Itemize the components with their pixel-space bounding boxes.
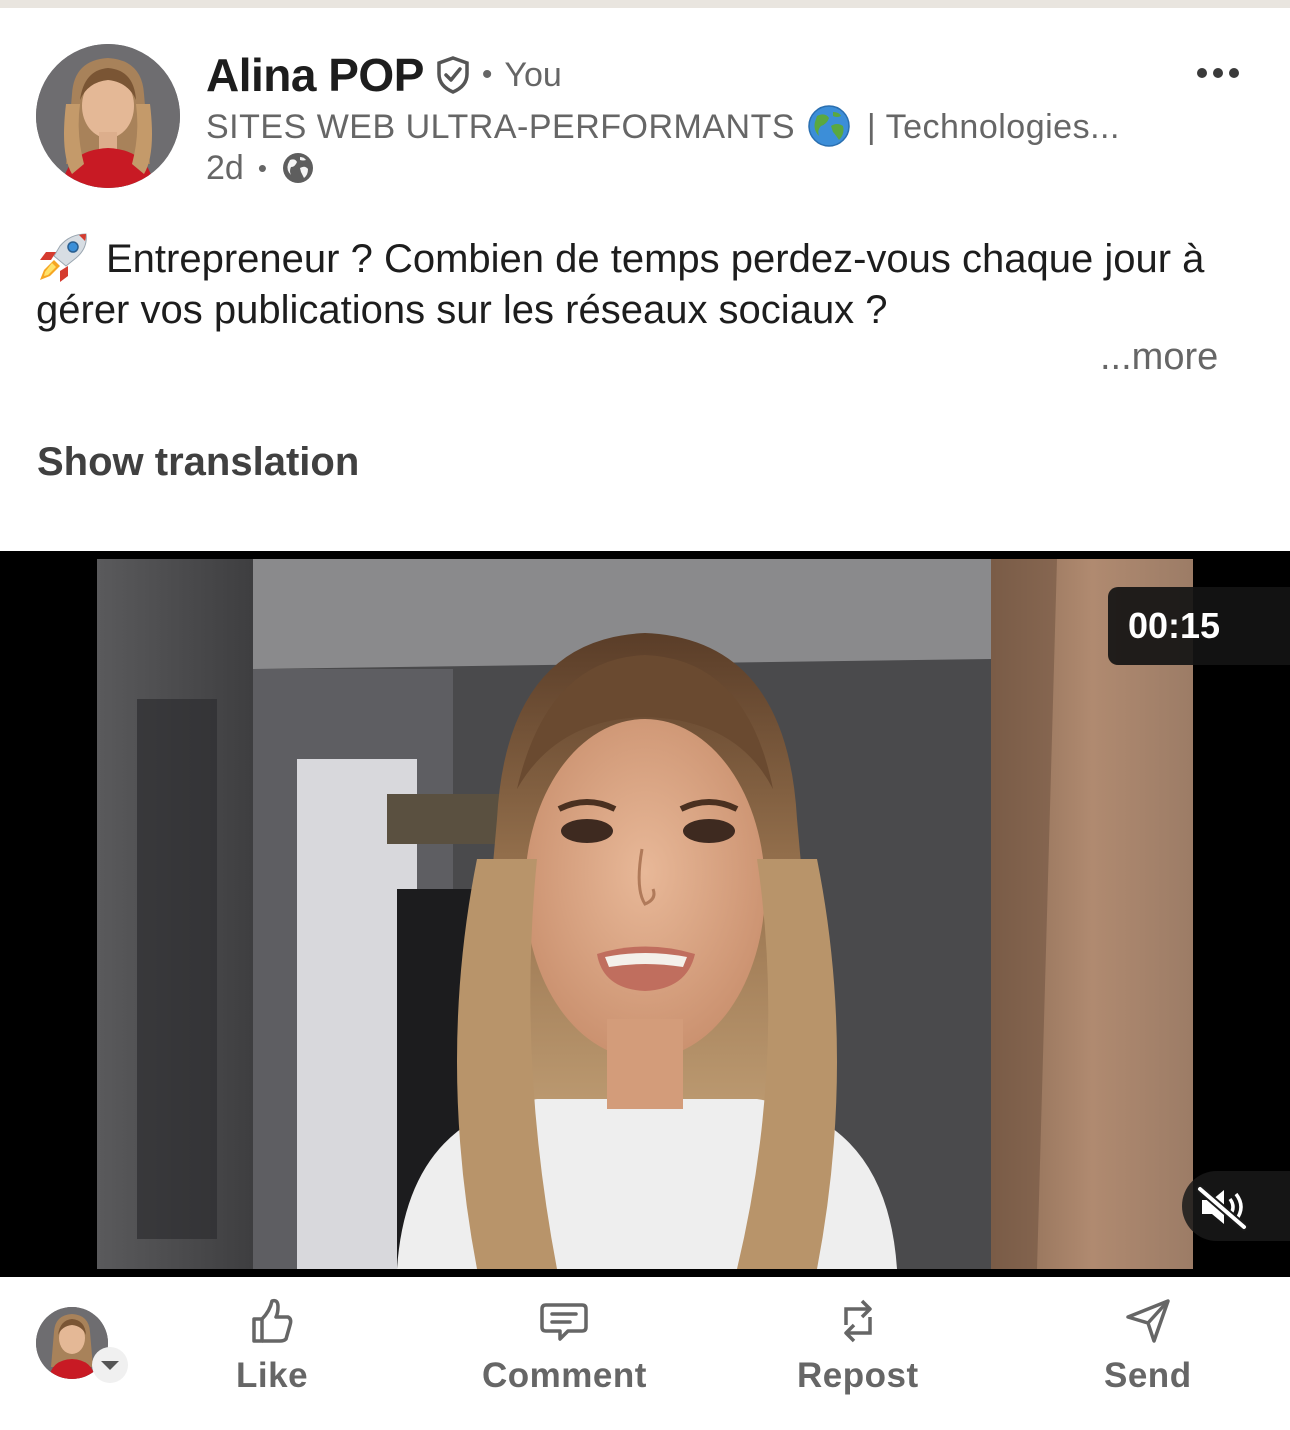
author-name[interactable]: Alina POP [206, 48, 424, 102]
mute-toggle-button[interactable] [1182, 1171, 1290, 1241]
earth-globe-emoji-icon [807, 104, 851, 148]
globe-icon [281, 151, 315, 185]
author-name-row: Alina POP • You [206, 46, 562, 104]
post-time: 2d [206, 148, 244, 187]
top-divider [0, 0, 1290, 8]
send-label: Send [1104, 1356, 1192, 1395]
like-label: Like [236, 1356, 309, 1395]
post-action-bar: Like Comment Repost Send [0, 1277, 1290, 1430]
post-body: Entrepreneur ? Combien de temps perdez-v… [36, 230, 1236, 336]
author-avatar[interactable] [36, 44, 180, 188]
comment-button[interactable]: Comment [482, 1295, 647, 1396]
meta-separator: • [257, 152, 267, 183]
actor-switcher[interactable] [36, 1307, 132, 1383]
repost-label: Repost [797, 1356, 919, 1395]
post-meta: 2d • [206, 146, 315, 190]
relation-label: You [504, 55, 562, 94]
thumbs-up-icon [246, 1295, 298, 1352]
see-more-link[interactable]: ...more [1100, 336, 1218, 379]
show-translation-link[interactable]: Show translation [37, 440, 359, 485]
relation-separator: • [481, 58, 493, 91]
comment-label: Comment [482, 1356, 647, 1395]
like-button[interactable]: Like [236, 1295, 308, 1396]
chevron-down-icon [92, 1347, 128, 1383]
video-duration-badge: 00:15 [1108, 587, 1290, 665]
send-button[interactable]: Send [1104, 1295, 1192, 1396]
headline-end: | Technologies... [856, 108, 1120, 146]
video-player[interactable]: 00:15 [0, 551, 1290, 1277]
verified-shield-icon [436, 56, 470, 94]
repost-icon [832, 1295, 884, 1352]
post-body-text: Entrepreneur ? Combien de temps perdez-v… [36, 237, 1205, 332]
repost-button[interactable]: Repost [797, 1295, 919, 1396]
headline-start: SITES WEB ULTRA-PERFORMANTS [206, 108, 796, 146]
send-icon [1122, 1295, 1174, 1352]
comment-icon [538, 1295, 590, 1352]
overflow-menu-icon[interactable] [1194, 60, 1242, 86]
video-thumbnail [97, 559, 1193, 1269]
rocket-emoji-icon [36, 230, 94, 282]
author-headline: SITES WEB ULTRA-PERFORMANTS | Technologi… [206, 104, 1166, 148]
